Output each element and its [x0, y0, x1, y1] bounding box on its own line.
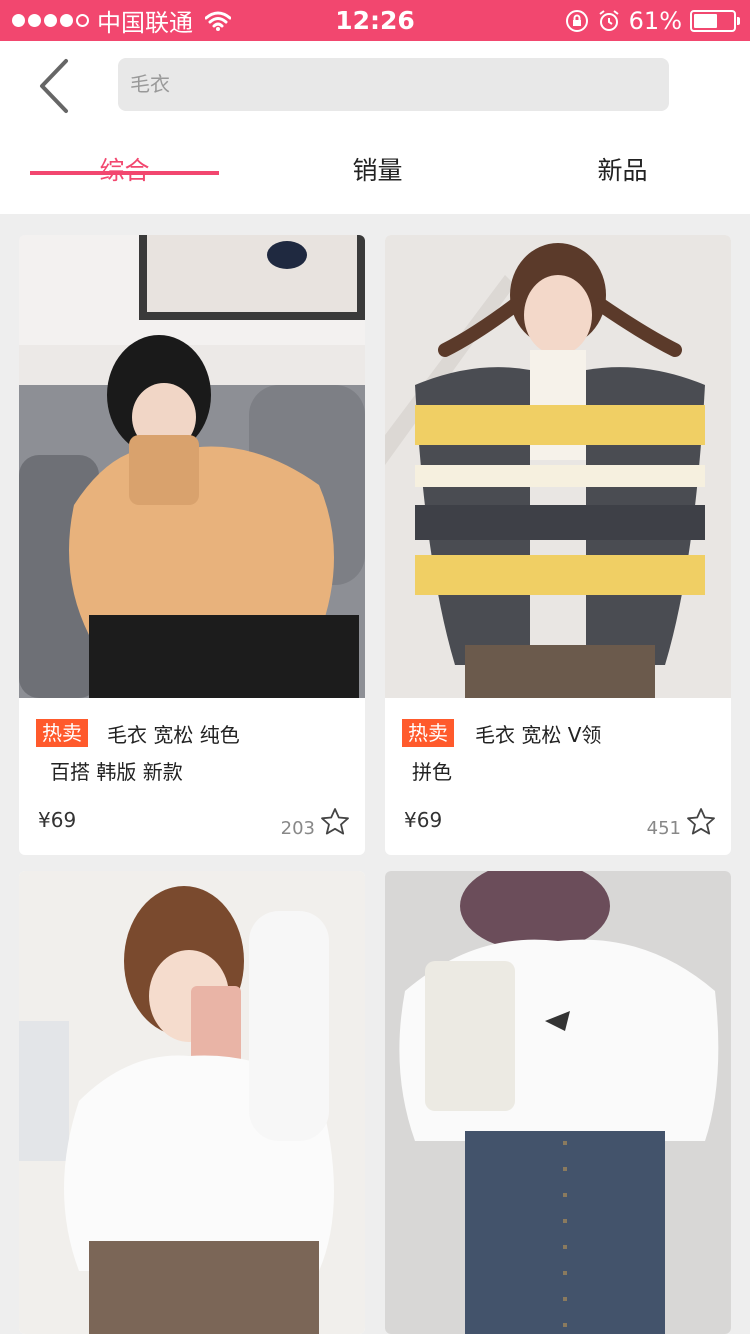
product-card[interactable]: [385, 871, 731, 1334]
sort-tabs: 综合 销量 新品: [0, 136, 750, 214]
product-image[interactable]: [19, 871, 365, 1334]
favorite-star-icon[interactable]: [319, 806, 351, 838]
like-count: 203: [280, 818, 315, 839]
battery-level-fill: [694, 13, 718, 28]
product-title-line1: 毛衣 宽松 纯色: [107, 723, 240, 747]
product-title-line2: 百搭 韩版 新款: [50, 760, 183, 784]
search-header: 综合 销量 新品: [0, 41, 750, 214]
product-title-line2: 拼色: [412, 760, 452, 784]
like-count: 451: [646, 818, 681, 839]
product-card[interactable]: 热卖 毛衣 宽松 纯色 百搭 韩版 新款 ¥69 203: [19, 235, 365, 855]
product-title-line1: 毛衣 宽松 V领: [475, 723, 602, 747]
product-price: ¥69: [404, 808, 443, 832]
product-info: 热卖 毛衣 宽松 纯色 百搭 韩版 新款 ¥69 203: [19, 698, 365, 855]
tab-new[interactable]: 新品: [528, 136, 717, 214]
back-arrow-icon[interactable]: [30, 57, 78, 115]
hot-badge: 热卖: [36, 719, 88, 747]
active-tab-indicator: [30, 171, 219, 175]
alarm-icon: [599, 9, 619, 31]
favorite-star-icon[interactable]: [685, 806, 717, 838]
status-bar-right: 61%: [565, 0, 740, 41]
tab-sales[interactable]: 销量: [283, 136, 472, 214]
product-price: ¥69: [38, 808, 77, 832]
product-image[interactable]: [19, 235, 365, 698]
status-bar: 中国联通 12:26 61%: [0, 0, 750, 41]
hot-badge: 热卖: [402, 719, 454, 747]
product-info: 热卖 毛衣 宽松 V领 拼色 ¥69 451: [385, 698, 731, 855]
product-card[interactable]: 热卖 毛衣 宽松 V领 拼色 ¥69 451: [385, 235, 731, 855]
tab-comprehensive[interactable]: 综合: [30, 136, 219, 214]
product-card[interactable]: [19, 871, 365, 1334]
search-input[interactable]: [118, 58, 669, 111]
product-image[interactable]: [385, 871, 731, 1334]
battery-icon: [690, 9, 740, 32]
rotation-lock-icon: [565, 9, 588, 32]
product-image[interactable]: [385, 235, 731, 698]
battery-percentage: 61%: [628, 6, 682, 35]
